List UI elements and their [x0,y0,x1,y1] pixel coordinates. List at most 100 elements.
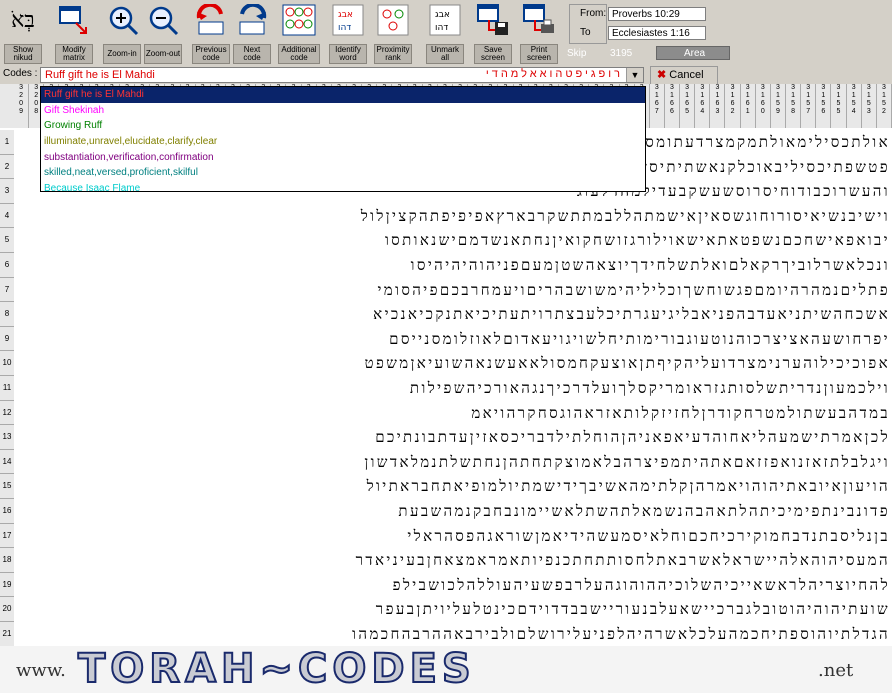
row-number: 9 [0,326,14,352]
matrix-row[interactable]: פדונבינתפימיכיתהלתאהבהנשמאלתהשתלאשיימונב… [16,499,890,524]
codes-list-item[interactable]: Gift Shekinah [41,103,645,119]
zoom-out-button[interactable]: Zoom-out [144,0,182,64]
close-icon: ✖ [657,69,667,81]
matrix-row[interactable]: וילכמעוןנדריתשלסותגזראומריקסלךועלדרכיךנג… [16,376,890,401]
row-number: 13 [0,425,14,450]
unmark-icon: אבג דהו [428,3,462,37]
row-number: 7 [0,277,14,303]
additional-icon [282,3,316,37]
matrix-row[interactable]: ויגלבלתזאזנואפזזאםאתהיתמפיצרהבלאמוצקתחתה… [16,450,890,475]
row-number: 8 [0,302,14,327]
column-header: 3 1 6 5 [680,84,696,128]
row-number: 14 [0,449,14,475]
column-header: 3 1 5 8 [786,84,802,128]
column-header: 3 1 5 2 [876,84,892,128]
codes-hebrew: רופגיפטהואאלמהדי [485,68,623,80]
column-header: 3 1 6 3 [710,84,726,128]
codes-list-item[interactable]: skilled,neat,versed,proficient,skilful [41,165,645,181]
row-number: 1 [0,130,14,155]
matrix-row[interactable]: להחיוצריהלראשאייכיהשלוכיההוהוגהעלרבפשעיה… [16,573,890,598]
area-button[interactable]: Area [656,46,730,60]
column-header: 3 1 6 7 [649,84,665,128]
save-screen-button[interactable]: Save screen [474,0,512,64]
codes-dropdown-list: Ruff gift he is El Mahdi Gift Shekinah G… [40,86,646,194]
codes-list-item[interactable]: illuminate,unravel,elucidate,clarify,cle… [41,134,645,150]
column-header: 3 1 6 4 [695,84,711,128]
codes-selected-value: Ruff gift he is El Mahdi [45,69,155,81]
svg-text:דהו: דהו [338,23,351,33]
row-number: 17 [0,523,14,549]
banner-prefix: www. [16,660,66,681]
show-nikud-label: Show nikud [4,44,42,64]
codes-row: Codes : Ruff gift he is El Mahdi רופגיפט… [0,66,892,85]
zoom-out-label: Zoom-out [144,44,182,64]
matrix-row[interactable]: ונכלאשרלוביךרקאלםואלתשלחידךיוצאהשטןמעםפנ… [16,253,890,278]
matrix-row[interactable]: פתליםנמהרהיומםפגשוחשךוכליליהימשושבהריםוי… [16,278,890,303]
column-header: 3 1 5 6 [816,84,832,128]
additional-code-button[interactable]: Additional code [278,0,320,64]
codes-select[interactable]: Ruff gift he is El Mahdi רופגיפטהואאלמהד… [40,67,644,83]
codes-list-item-label: illuminate,unravel,elucidate,clarify,cle… [44,136,218,148]
matrix-row[interactable]: שועתיהוהיהוטובלגברכיישאעלבנעוריישבבדדויד… [16,597,890,622]
codes-list-item-label: Ruff gift he is El Mahdi [44,89,144,100]
identify-word-button[interactable]: אבג דהו Identify word [329,0,367,64]
row-number: 18 [0,548,14,573]
modify-matrix-button[interactable]: Modify matrix [55,0,93,64]
matrix-row[interactable]: המעסיהוהאלהיישראלאשרבאתלחסותתחתכנפיותאמר… [16,548,890,573]
proximity-rank-label: Proximity rank [374,44,412,64]
codes-list-item-label: substantiation,verification,confirmation [44,151,214,163]
modify-matrix-label: Modify matrix [55,44,93,64]
matrix-row[interactable]: אפוכיכילוהערנימצרדועליהקיףתןאוצעקחמסולאא… [16,351,890,376]
identify-word-label: Identify word [329,44,367,64]
matrix-row[interactable]: יפרחושעהאציצרכוהנוטעוגבורימותיחלשויגויעא… [16,327,890,352]
proximity-rank-button[interactable]: Proximity rank [374,0,412,64]
codes-list-item[interactable]: Growing Ruff [41,118,645,134]
from-field[interactable]: Proverbs 10:29 [608,7,706,21]
banner-logo: TORAH~CODES [77,645,476,693]
print-screen-button[interactable]: Print screen [520,0,558,64]
additional-code-label: Additional code [278,44,320,64]
matrix-row[interactable]: הויעוןאיובאתיהוהויאמרהןקלתימהאשיבךידישמת… [16,474,890,499]
save-icon [476,3,510,37]
unmark-all-label: Unmark all [426,44,464,64]
column-header: 3 1 5 5 [831,84,847,128]
matrix-row[interactable]: בןנליסבתנדבחמוקירכיחכםוחלאיסמעשהידיאמןשו… [16,524,890,549]
torah-codes-banner: www. TORAH~CODES .net [0,645,892,693]
matrix-row[interactable]: הגדלתיוהוספתיחכמהעלכלאשרהיהלפניעלירושלםו… [16,622,890,647]
show-nikud-button[interactable]: בְּאֹ Show nikud [4,0,42,64]
column-header: 3 1 5 9 [770,84,787,128]
previous-icon [194,3,228,37]
zoom-out-icon [146,3,180,37]
zoom-in-button[interactable]: Zoom-in [103,0,142,64]
matrix-row[interactable]: וישיבנשיאיסורוחוגשסאיןאישמתהללבמתתשקרבאר… [16,204,890,229]
matrix-row[interactable]: לכןאמרתישמעהליאחוהדעיאפאניהןהוחלתילדבריכ… [16,425,890,450]
save-screen-label: Save screen [474,44,512,64]
svg-text:דהו: דהו [435,23,448,33]
unmark-all-button[interactable]: אבג דהו Unmark all [426,0,464,64]
row-number: 6 [0,253,14,278]
column-header: 3 1 6 0 [755,84,771,128]
proximity-icon [376,3,410,37]
to-field[interactable]: Ecclesiastes 1:16 [608,26,706,40]
svg-text:אבג: אבג [338,10,353,20]
next-code-button[interactable]: Next code [233,0,271,64]
column-header: 3 1 5 7 [801,84,817,128]
from-label: From: [580,8,607,19]
matrix-row[interactable]: יבואפאישחכםנשפטאתאישאוילורגזושחקואיןנחתא… [16,228,890,253]
column-header: 3 1 5 4 [846,84,862,128]
cancel-button[interactable]: ✖ Cancel [650,66,718,85]
matrix-row[interactable]: אשכחהשיתניאעדבהפניאבליגיעגרתיכלעבצתרויתע… [16,302,890,327]
previous-code-label: Previous code [192,44,230,64]
previous-code-button[interactable]: Previous code [192,0,230,64]
zoom-in-label: Zoom-in [103,44,141,64]
codes-list-item[interactable]: Because Isaac Flame [41,181,645,197]
matrix-row[interactable]: במדהבעשתולמטרחקודרןלחזיזקלותאזראהוגסחקרה… [16,401,890,426]
codes-list-item[interactable]: substantiation,verification,confirmation [41,150,645,166]
next-code-label: Next code [233,44,271,64]
row-number: 19 [0,572,14,598]
codes-list-item[interactable]: Ruff gift he is El Mahdi [41,87,645,103]
chevron-down-icon[interactable]: ▼ [626,68,643,82]
skip-label: Skip [567,48,587,59]
to-label: To [580,27,591,38]
row-number: 2 [0,154,14,180]
